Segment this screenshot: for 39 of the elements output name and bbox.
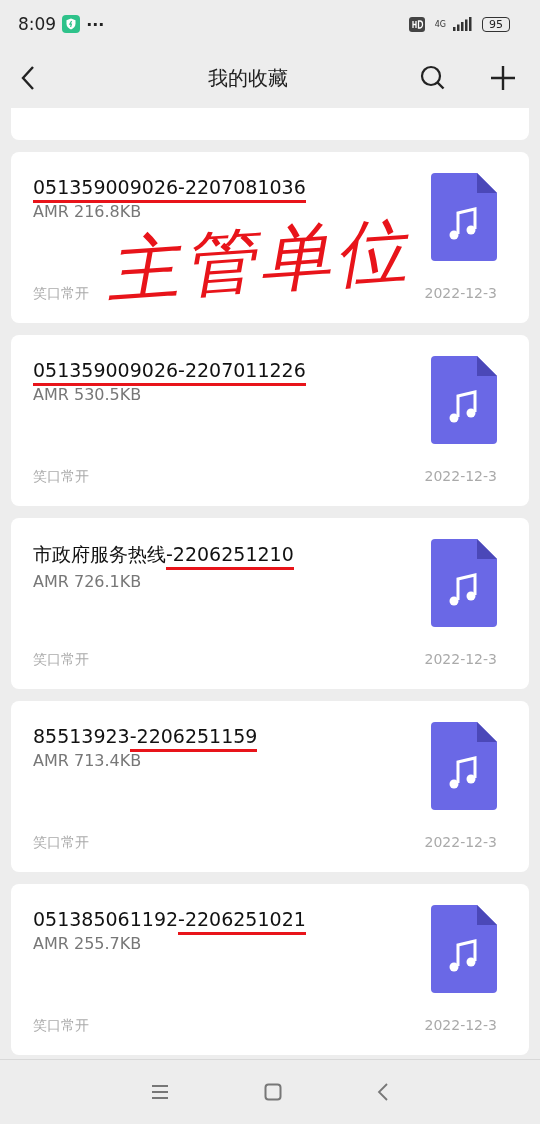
item-note: 笑口常开 bbox=[33, 834, 89, 852]
item-note: 笑口常开 bbox=[33, 468, 89, 486]
back-nav-icon[interactable] bbox=[377, 1083, 389, 1101]
menu-icon[interactable] bbox=[151, 1084, 169, 1100]
network-type: 4G bbox=[434, 19, 446, 29]
audio-file-icon bbox=[431, 356, 497, 444]
item-date: 2022-12-3 bbox=[424, 468, 497, 486]
item-date: 2022-12-3 bbox=[424, 1017, 497, 1035]
battery-level: 95 bbox=[482, 16, 510, 32]
list-card[interactable]: 85513923-2206251159 AMR 713.4KB 笑口常开 2022-12-3 bbox=[11, 701, 529, 872]
page-title: 我的收藏 bbox=[207, 64, 289, 92]
item-size: AMR 713.4KB bbox=[33, 751, 143, 770]
item-date: 2022-12-3 bbox=[424, 285, 497, 303]
item-size: AMR 216.8KB bbox=[33, 202, 143, 221]
item-note: 笑口常开 bbox=[33, 285, 89, 303]
audio-file-icon bbox=[431, 905, 497, 993]
audio-file-icon bbox=[431, 539, 497, 627]
status-time: 8:09 bbox=[18, 14, 57, 34]
back-icon[interactable] bbox=[20, 65, 36, 91]
add-icon[interactable] bbox=[490, 65, 516, 91]
audio-file-icon bbox=[431, 722, 497, 810]
list-card[interactable]: 051385061192-2206251021 AMR 255.7KB 笑口常开 2022-12-3 bbox=[11, 884, 529, 1055]
search-icon[interactable] bbox=[420, 65, 446, 91]
audio-file-icon bbox=[431, 173, 497, 261]
shield-icon bbox=[62, 15, 81, 33]
item-note: 笑口常开 bbox=[33, 1017, 89, 1035]
home-icon[interactable] bbox=[264, 1083, 282, 1101]
signal-icon bbox=[452, 17, 472, 31]
item-date: 2022-12-3 bbox=[424, 834, 497, 852]
item-size: AMR 726.1KB bbox=[33, 572, 143, 591]
item-size: AMR 255.7KB bbox=[33, 934, 143, 953]
item-note: 笑口常开 bbox=[33, 651, 89, 669]
hd-icon bbox=[408, 16, 425, 32]
list-card[interactable]: 051359009026-2207011226 AMR 530.5KB 笑口常开 2022-12-3 bbox=[11, 335, 529, 506]
list-card[interactable]: 市政府服务热线-2206251210 AMR 726.1KB 笑口常开 2022-12-3 bbox=[11, 518, 529, 689]
item-size: AMR 530.5KB bbox=[33, 385, 143, 404]
item-date: 2022-12-3 bbox=[424, 651, 497, 669]
list-card[interactable]: 051359009026-2207081036 AMR 216.8KB 笑口常开 2022-12-3 主管单位 bbox=[11, 152, 529, 323]
more-notifications: ··· bbox=[86, 14, 105, 34]
